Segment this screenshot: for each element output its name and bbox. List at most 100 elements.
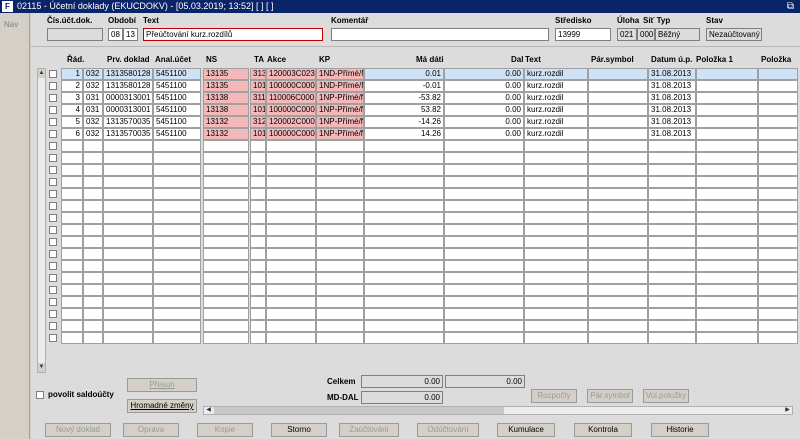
table-cell-s[interactable]	[83, 248, 103, 260]
table-cell-ta[interactable]	[250, 164, 266, 176]
table-cell-s[interactable]	[83, 188, 103, 200]
oductovani-button[interactable]: Odúčtování	[417, 423, 479, 437]
table-cell-ma[interactable]	[364, 296, 444, 308]
table-cell-par[interactable]	[588, 200, 648, 212]
table-cell-rad[interactable]	[61, 248, 83, 260]
table-cell-p1[interactable]	[696, 164, 758, 176]
table-cell-ns[interactable]	[203, 152, 249, 164]
table-cell-p1[interactable]	[696, 272, 758, 284]
row-checkbox[interactable]	[49, 214, 57, 222]
table-cell-prv[interactable]	[103, 332, 153, 344]
row-checkbox[interactable]	[49, 118, 57, 126]
table-cell-kp[interactable]	[316, 272, 364, 284]
table-cell-rad[interactable]	[61, 164, 83, 176]
table-cell-s[interactable]	[83, 176, 103, 188]
table-cell-rad[interactable]	[61, 272, 83, 284]
table-cell-par[interactable]	[588, 320, 648, 332]
table-cell-s[interactable]	[83, 284, 103, 296]
col-header-prv-doklad[interactable]: Prv. doklad	[107, 55, 150, 64]
table-cell-prv[interactable]: 1313570035	[103, 116, 153, 128]
table-cell-ma[interactable]: -0.01	[364, 80, 444, 92]
table-cell-ta[interactable]: 313	[250, 68, 266, 80]
nav-item[interactable]: Nav	[4, 20, 18, 29]
table-cell-prv[interactable]	[103, 176, 153, 188]
table-cell-akce[interactable]	[266, 248, 316, 260]
table-cell-ma[interactable]	[364, 284, 444, 296]
table-cell-par[interactable]	[588, 272, 648, 284]
table-cell-s[interactable]: 032	[83, 116, 103, 128]
table-cell-datum[interactable]	[648, 308, 696, 320]
row-checkbox[interactable]	[49, 82, 57, 90]
table-cell-datum[interactable]	[648, 260, 696, 272]
table-cell-p1[interactable]	[696, 308, 758, 320]
table-cell-datum[interactable]: 31.08.2013	[648, 92, 696, 104]
table-cell-anal[interactable]	[153, 332, 201, 344]
table-cell-anal[interactable]	[153, 152, 201, 164]
kontrola-button[interactable]: Kontrola	[574, 423, 632, 437]
table-cell-rad[interactable]	[61, 332, 83, 344]
col-header-akce[interactable]: Akce	[267, 55, 286, 64]
table-cell-dal[interactable]	[444, 236, 524, 248]
table-cell-text[interactable]	[524, 188, 588, 200]
col-header-ns[interactable]: NS	[206, 55, 217, 64]
table-cell-akce[interactable]	[266, 140, 316, 152]
table-cell-prv[interactable]	[103, 188, 153, 200]
table-cell-kp[interactable]	[316, 332, 364, 344]
col-header-polozka1[interactable]: Položka 1	[696, 55, 733, 64]
table-cell-kp[interactable]	[316, 176, 364, 188]
table-cell-akce[interactable]	[266, 152, 316, 164]
table-cell-akce[interactable]	[266, 296, 316, 308]
table-cell-text[interactable]: kurz.rozdil	[524, 116, 588, 128]
table-cell-prv[interactable]	[103, 236, 153, 248]
table-cell-text[interactable]	[524, 248, 588, 260]
table-cell-datum[interactable]	[648, 248, 696, 260]
table-cell-ma[interactable]	[364, 140, 444, 152]
table-cell-akce[interactable]: 110006C000 \	[266, 92, 316, 104]
storno-button[interactable]: Storno	[271, 423, 327, 437]
table-cell-s[interactable]	[83, 224, 103, 236]
table-cell-ns[interactable]	[203, 284, 249, 296]
table-cell-par[interactable]	[588, 332, 648, 344]
table-cell-p2[interactable]	[758, 140, 798, 152]
table-cell-par[interactable]	[588, 188, 648, 200]
row-checkbox[interactable]	[49, 202, 57, 210]
table-cell-datum[interactable]: 31.08.2013	[648, 128, 696, 140]
table-cell-akce[interactable]: 100000C000 \	[266, 104, 316, 116]
table-cell-dal[interactable]: 0.00	[444, 116, 524, 128]
table-cell-ns[interactable]	[203, 140, 249, 152]
row-checkbox[interactable]	[49, 154, 57, 162]
table-cell-text[interactable]	[524, 308, 588, 320]
table-cell-dal[interactable]	[444, 248, 524, 260]
col-header-rad[interactable]: Řád.	[67, 55, 84, 64]
table-cell-ns[interactable]	[203, 308, 249, 320]
table-cell-par[interactable]	[588, 128, 648, 140]
table-cell-kp[interactable]: 1NP-Přímé/N	[316, 92, 364, 104]
table-cell-datum[interactable]	[648, 272, 696, 284]
vertical-scrollbar[interactable]: ▲ ▼	[37, 68, 46, 373]
table-cell-p2[interactable]	[758, 224, 798, 236]
table-cell-datum[interactable]	[648, 224, 696, 236]
table-cell-ta[interactable]	[250, 320, 266, 332]
table-cell-akce[interactable]	[266, 332, 316, 344]
table-cell-s[interactable]: 032	[83, 68, 103, 80]
table-cell-text[interactable]	[524, 296, 588, 308]
table-cell-datum[interactable]	[648, 212, 696, 224]
table-cell-akce[interactable]: 120003C023 \	[266, 68, 316, 80]
table-cell-par[interactable]	[588, 308, 648, 320]
table-cell-ns[interactable]	[203, 176, 249, 188]
table-cell-prv[interactable]	[103, 212, 153, 224]
table-cell-akce[interactable]: 100000C000 \	[266, 128, 316, 140]
table-cell-ta[interactable]	[250, 236, 266, 248]
table-cell-ta[interactable]: 101	[250, 128, 266, 140]
table-cell-rad[interactable]	[61, 236, 83, 248]
scroll-left-icon[interactable]: ◀	[204, 407, 213, 414]
table-cell-p2[interactable]	[758, 320, 798, 332]
table-cell-p1[interactable]	[696, 188, 758, 200]
table-cell-ta[interactable]: 312	[250, 116, 266, 128]
table-cell-p2[interactable]	[758, 272, 798, 284]
col-header-text[interactable]: Text	[525, 55, 541, 64]
table-cell-text[interactable]	[524, 164, 588, 176]
text-field[interactable]: Přeúčtování kurz.rozdílů	[143, 28, 323, 41]
table-cell-dal[interactable]: 0.00	[444, 68, 524, 80]
table-cell-p1[interactable]	[696, 212, 758, 224]
